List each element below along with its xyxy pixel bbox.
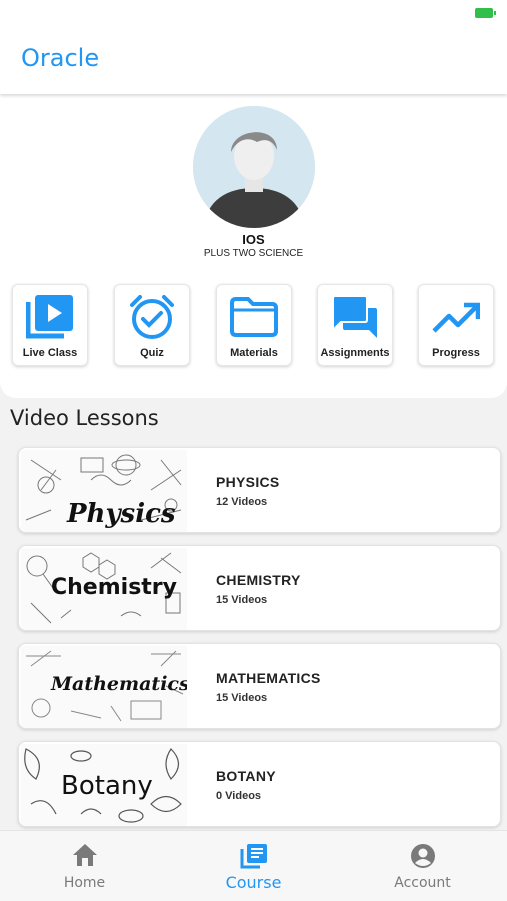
botany-thumb-text: Botany [61,771,153,801]
app-bar: Oracle [0,30,507,94]
library-books-icon [169,843,338,869]
video-lessons-heading: Video Lessons [10,406,159,430]
lesson-video-count: 12 Videos [216,496,268,508]
assignments-button[interactable]: Assignments [317,284,393,366]
lesson-thumbnail: Physics [21,450,187,532]
live-class-label: Live Class [22,347,78,359]
lesson-card-chemistry[interactable]: Chemistry CHEMISTRY 15 Videos [18,545,501,631]
physics-thumb-text: Physics [66,499,176,529]
status-bar [0,0,507,30]
quiz-button[interactable]: Quiz [114,284,190,366]
lesson-name: BOTANY [216,768,276,784]
lesson-card-physics[interactable]: Physics PHYSICS 12 Videos [18,447,501,533]
quiz-label: Quiz [140,347,164,359]
materials-label: Materials [230,347,278,359]
lesson-thumbnail: Mathematics [21,646,187,728]
nav-account[interactable]: Account [338,831,507,901]
progress-label: Progress [432,347,480,359]
lesson-video-count: 15 Videos [216,692,268,704]
trending-up-icon [419,293,493,341]
lesson-thumbnail: Botany [21,744,187,826]
nav-home-label: Home [63,875,106,891]
materials-button[interactable]: Materials [216,284,292,366]
nav-home[interactable]: Home [0,831,169,901]
quick-actions: Live Class Quiz Materials Assignments Pr… [12,284,496,368]
lesson-card-botany[interactable]: Botany BOTANY 0 Videos [18,741,501,827]
nav-course[interactable]: Course [169,831,338,901]
folder-icon [217,293,291,341]
bottom-navigation: Home Course Account [0,830,507,901]
app-title: Oracle [21,44,100,72]
lesson-name: MATHEMATICS [216,670,321,686]
live-class-button[interactable]: Live Class [12,284,88,366]
nav-account-label: Account [394,875,451,891]
profile-card: IOS PLUS TWO SCIENCE Live Class Quiz Mat… [0,94,507,398]
forum-icon [318,293,392,341]
account-circle-icon [338,843,507,869]
nav-course-label: Course [225,873,282,892]
profile-course: PLUS TWO SCIENCE [203,248,304,259]
assignments-label: Assignments [320,347,390,359]
battery-icon [475,8,496,18]
lesson-video-count: 0 Videos [216,790,262,802]
lesson-name: PHYSICS [216,474,280,490]
lesson-video-count: 15 Videos [216,594,268,606]
home-icon [0,843,169,869]
progress-button[interactable]: Progress [418,284,494,366]
alarm-check-icon [115,293,189,341]
mathematics-thumb-text: Mathematics [50,673,187,695]
profile-name: IOS [242,232,265,247]
user-avatar-icon [193,106,315,228]
lesson-name: CHEMISTRY [216,572,301,588]
avatar[interactable] [193,106,315,228]
lesson-card-mathematics[interactable]: Mathematics MATHEMATICS 15 Videos [18,643,501,729]
lesson-thumbnail: Chemistry [21,548,187,630]
video-library-icon [13,293,87,341]
chemistry-thumb-text: Chemistry [51,575,177,600]
